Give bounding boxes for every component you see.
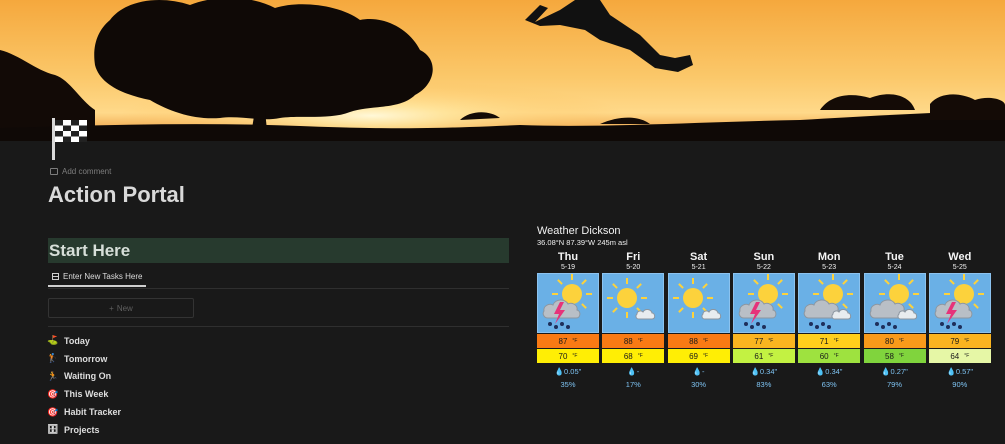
nav-item-projects[interactable]: 🗄 Projects (47, 421, 121, 439)
golfer-icon: 🏌 (47, 353, 59, 364)
high-temp: 80 °F (863, 334, 926, 348)
nav-item-today[interactable]: ⛳ Today (47, 332, 121, 350)
nav-item-label: This Week (64, 389, 109, 400)
page-title[interactable]: Action Portal (48, 182, 185, 208)
comment-icon (50, 168, 58, 175)
sun-cloud-rain-icon (798, 273, 861, 333)
precipitation-amount: 💧0.05" (554, 367, 582, 376)
nav-item-label: Habit Tracker (64, 407, 122, 418)
precipitation-probability: 83% (756, 380, 772, 389)
forecast-day-tue: Tue 5-24 80 °F 58 °F 💧0.27" 79% (863, 251, 927, 389)
nav-item-label: Tomorrow (64, 353, 108, 364)
partly-sunny-icon (667, 273, 730, 333)
view-tab-bar: Enter New Tasks Here (48, 268, 509, 289)
forecast-day-thu: Thu 5-19 87 °F 70 °F 💧0.05" 35% (536, 251, 600, 389)
high-temp: 88 °F (602, 334, 665, 348)
forecast-day-mon: Mon 5-23 71 °F 60 °F 💧0.34" 63% (797, 251, 861, 389)
day-name: Mon (817, 251, 841, 263)
precipitation-amount: 💧0.34" (750, 367, 778, 376)
partly-sunny-icon (602, 273, 665, 333)
precipitation-amount: 💧0.27" (881, 367, 908, 376)
nav-item-waiting-on[interactable]: 🏃 Waiting On (47, 368, 121, 386)
nav-item-label: Projects (64, 424, 100, 435)
high-temp: 87 °F (537, 334, 599, 348)
low-temp: 58 °F (863, 349, 926, 363)
nav-item-this-week[interactable]: 🎯 This Week (47, 385, 121, 403)
tab-label: Enter New Tasks Here (63, 272, 143, 281)
runner-icon: 🏃 (47, 370, 59, 381)
low-temp: 68 °F (602, 349, 665, 363)
high-temp: 88 °F (667, 334, 730, 348)
precipitation-probability: 90% (952, 380, 968, 389)
weather-title: Weather Dickson (537, 225, 621, 237)
target-icon: 🎯 (47, 388, 59, 399)
high-temp: 79 °F (928, 334, 991, 348)
weather-coordinates: 36.08°N 87.39°W 245m asl (537, 238, 628, 247)
forecast-day-wed: Wed 5-25 79 °F 64 °F 💧0.57" 90% (928, 251, 992, 389)
thunderstorm-icon (732, 273, 795, 333)
day-date: 5-24 (887, 264, 902, 271)
day-name: Sat (690, 251, 708, 263)
precipitation-probability: 17% (625, 380, 641, 389)
low-temp: 64 °F (928, 349, 991, 363)
nav-item-tomorrow[interactable]: 🏌 Tomorrow (47, 350, 121, 368)
precipitation-probability: 63% (821, 380, 837, 389)
low-temp: 70 °F (537, 349, 599, 363)
precipitation-probability: 79% (886, 380, 902, 389)
day-date: 5-25 (952, 264, 967, 271)
precipitation-probability: 35% (560, 380, 576, 389)
tab-enter-new-tasks[interactable]: Enter New Tasks Here (48, 268, 147, 287)
checkered-flag-icon[interactable] (50, 116, 92, 162)
high-temp: 77 °F (732, 334, 795, 348)
nav-item-habit-tracker[interactable]: 🎯 Habit Tracker (47, 403, 122, 421)
new-button[interactable]: + New (48, 298, 194, 318)
day-name: Tue (885, 251, 904, 263)
nav-item-label: Waiting On (64, 371, 112, 382)
day-name: Fri (626, 251, 641, 263)
table-icon (52, 273, 59, 280)
day-date: 5-23 (822, 264, 837, 271)
forecast-day-sun: Sun 5-22 77 °F 61 °F 💧0.34" 83% (732, 251, 796, 389)
plus-icon: + (109, 303, 114, 313)
day-name: Sun (753, 251, 775, 263)
nav-item-label: Today (64, 335, 90, 346)
precipitation-probability: 30% (691, 380, 707, 389)
forecast-day-fri: Fri 5-20 88 °F 68 °F 💧- 17% (601, 251, 665, 389)
new-button-label: New (116, 303, 133, 313)
precipitation-amount: 💧- (627, 367, 640, 376)
add-comment-label: Add comment (62, 167, 112, 176)
nav-list: ⛳ Today 🏌 Tomorrow 🏃 Waiting On 🎯 This W… (47, 332, 122, 439)
cover-image (0, 0, 1005, 141)
target-icon: 🎯 (47, 406, 59, 417)
day-name: Wed (948, 251, 972, 263)
day-name: Thu (557, 251, 579, 263)
day-date: 5-19 (560, 264, 575, 271)
add-comment-button[interactable]: Add comment (50, 167, 111, 176)
precipitation-amount: 💧- (692, 367, 705, 376)
day-date: 5-20 (626, 264, 641, 271)
high-temp: 71 °F (798, 334, 861, 348)
forecast-day-sat: Sat 5-21 88 °F 69 °F 💧- 30% (667, 251, 731, 389)
precipitation-amount: 💧0.57" (946, 367, 974, 376)
golf-flag-icon: ⛳ (47, 335, 59, 346)
thunderstorm-icon (537, 273, 599, 333)
section-heading[interactable]: Start Here (48, 238, 509, 263)
low-temp: 60 °F (798, 349, 861, 363)
thunderstorm-icon (928, 273, 991, 333)
low-temp: 61 °F (732, 349, 795, 363)
file-cabinet-icon: 🗄 (47, 424, 59, 435)
divider (48, 326, 509, 327)
low-temp: 69 °F (667, 349, 730, 363)
day-date: 5-21 (691, 264, 706, 271)
precipitation-amount: 💧0.34" (815, 367, 843, 376)
sun-cloud-rain-icon (863, 273, 926, 333)
day-date: 5-22 (756, 264, 771, 271)
